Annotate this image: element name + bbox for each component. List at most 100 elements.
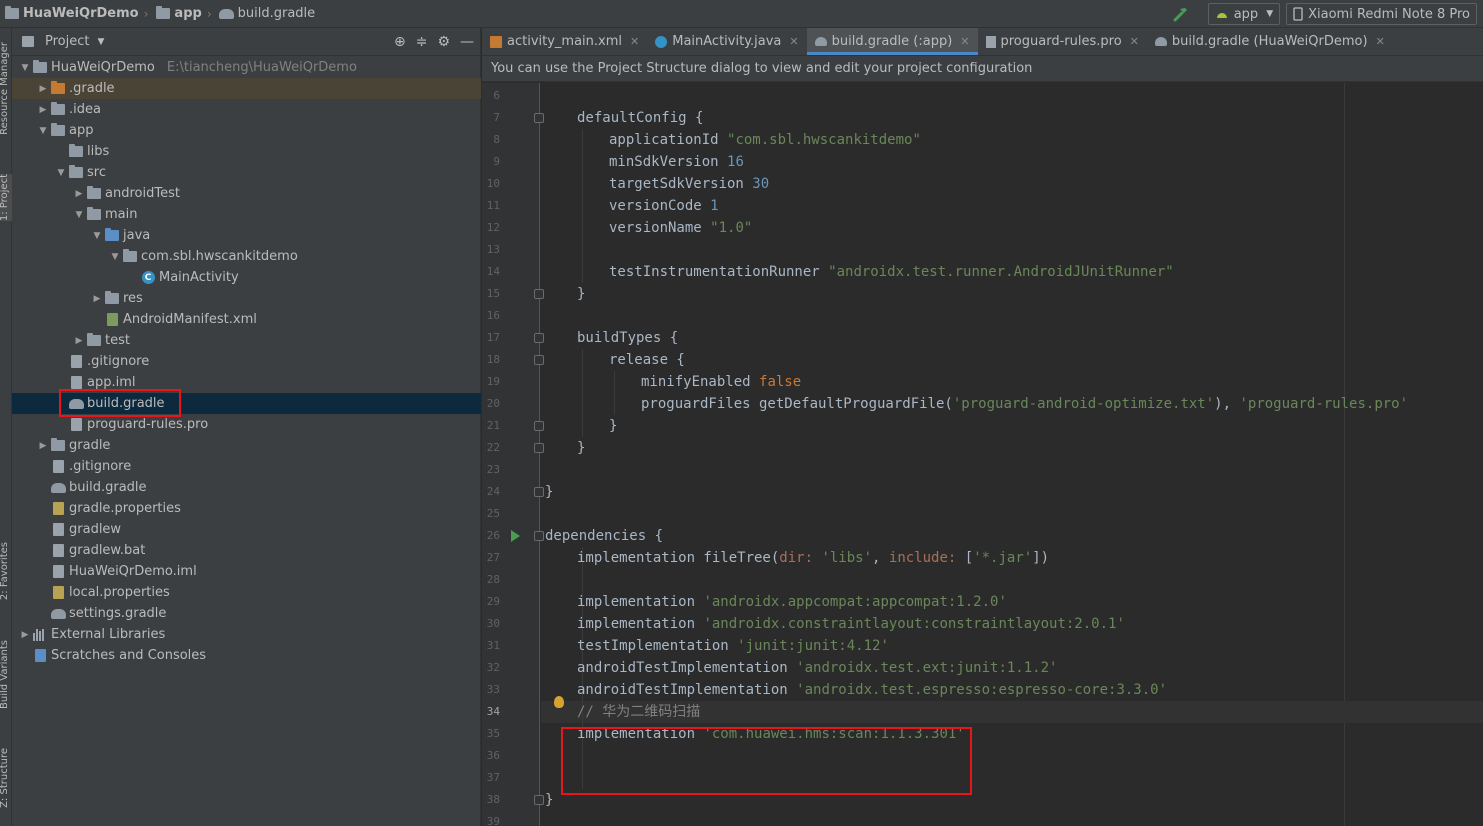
- breadcrumb-file-label: build.gradle: [237, 6, 316, 21]
- chevron-down-icon[interactable]: ▼: [72, 210, 86, 220]
- tree-item-label: app: [69, 123, 94, 138]
- line-number: 21: [486, 419, 500, 432]
- fold-marker-icon[interactable]: [534, 531, 544, 541]
- fold-marker-icon[interactable]: [534, 333, 544, 343]
- fold-marker-icon[interactable]: [534, 289, 544, 299]
- tree-item[interactable]: HuaWeiQrDemo.iml: [12, 561, 481, 582]
- fold-marker-icon[interactable]: [534, 355, 544, 365]
- folder-module-icon: [50, 123, 66, 138]
- editor-tab[interactable]: proguard-rules.pro ✕: [978, 28, 1147, 55]
- tree-item[interactable]: ▶ test: [12, 330, 481, 351]
- tree-item[interactable]: ▶ gradle: [12, 435, 481, 456]
- close-icon[interactable]: ✕: [960, 35, 969, 48]
- tree-item-label: gradle.properties: [69, 501, 181, 516]
- run-gutter-icon[interactable]: [511, 530, 520, 542]
- tree-item[interactable]: .gitignore: [12, 456, 481, 477]
- gear-icon[interactable]: ⚙: [437, 34, 450, 50]
- fold-marker-icon[interactable]: [534, 421, 544, 431]
- fold-marker-icon[interactable]: [534, 113, 544, 123]
- tree-item[interactable]: Scratches and Consoles: [12, 645, 481, 666]
- chevron-down-icon[interactable]: ▼: [90, 231, 104, 241]
- minimize-icon[interactable]: —: [460, 34, 474, 50]
- editor-tabs: activity_main.xml ✕ MainActivity.java ✕ buil…: [482, 28, 1483, 56]
- code-editor[interactable]: 6 7 8 9 10 11 12 13 14 15 16 17 18 19 20 21 22 23 24 25 26 27…: [482, 83, 1483, 826]
- chevron-right-icon[interactable]: ▶: [90, 294, 104, 304]
- line-number: 16: [486, 309, 500, 322]
- tree-item[interactable]: build.gradle: [12, 477, 481, 498]
- chevron-down-icon[interactable]: ▼: [36, 126, 50, 136]
- code-line: }: [609, 415, 617, 437]
- locate-icon[interactable]: ⊕: [394, 34, 406, 50]
- chevron-down-icon[interactable]: ▼: [18, 63, 32, 73]
- tree-item[interactable]: ▶ res: [12, 288, 481, 309]
- tree-item[interactable]: ▼ com.sbl.hwscankitdemo: [12, 246, 481, 267]
- tree-item[interactable]: ▶ androidTest: [12, 183, 481, 204]
- folder-icon: [155, 6, 171, 21]
- code-token: release {: [609, 352, 685, 368]
- editor-tab[interactable]: MainActivity.java ✕: [647, 28, 806, 55]
- tree-item[interactable]: build.gradle: [12, 393, 481, 414]
- chevron-right-icon[interactable]: ▶: [72, 336, 86, 346]
- chevron-right-icon[interactable]: ▶: [36, 84, 50, 94]
- editor-tab[interactable]: build.gradle (:app) ✕: [806, 28, 978, 55]
- editor-tab[interactable]: activity_main.xml ✕: [482, 28, 647, 55]
- chevron-down-icon[interactable]: ▼: [97, 37, 104, 47]
- tree-item-label: java: [123, 228, 151, 243]
- file-icon: [68, 418, 84, 432]
- line-number-gutter: 6 7 8 9 10 11 12 13 14 15 16 17 18 19 20 21 22 23 24 25 26 27…: [482, 83, 544, 826]
- editor-tab[interactable]: build.gradle (HuaWeiQrDemo) ✕: [1147, 28, 1393, 55]
- close-icon[interactable]: ✕: [789, 35, 798, 48]
- run-config-select[interactable]: app ▼: [1207, 3, 1281, 25]
- chevron-right-icon[interactable]: ▶: [36, 105, 50, 115]
- tree-item[interactable]: ▶ .idea: [12, 99, 481, 120]
- tree-item[interactable]: gradlew.bat: [12, 540, 481, 561]
- code-token: dir:: [779, 550, 822, 566]
- chevron-right-icon[interactable]: ▶: [72, 189, 86, 199]
- tree-item[interactable]: local.properties: [12, 582, 481, 603]
- tree-item[interactable]: ▶ .gradle: [12, 78, 481, 99]
- close-icon[interactable]: ✕: [1130, 35, 1139, 48]
- breadcrumb-module[interactable]: app: [151, 0, 203, 28]
- hammer-icon[interactable]: [1172, 5, 1190, 23]
- code-token: 'androidx.test.ext:junit:1.1.2': [796, 660, 1058, 676]
- collapse-all-icon[interactable]: ≑: [416, 34, 428, 50]
- gradle-icon: [68, 397, 84, 411]
- chevron-right-icon[interactable]: ▶: [36, 441, 50, 451]
- tree-item[interactable]: AndroidManifest.xml: [12, 309, 481, 330]
- chevron-right-icon[interactable]: ▶: [18, 630, 32, 640]
- tree-item[interactable]: proguard-rules.pro: [12, 414, 481, 435]
- folder-icon: [50, 438, 66, 453]
- tree-item[interactable]: gradlew: [12, 519, 481, 540]
- chevron-down-icon[interactable]: ▼: [108, 252, 122, 262]
- tree-item[interactable]: ▼ HuaWeiQrDemo E:\tiancheng\HuaWeiQrDemo: [12, 57, 481, 78]
- close-icon[interactable]: ✕: [1376, 35, 1385, 48]
- tree-item[interactable]: ▼ app: [12, 120, 481, 141]
- device-select[interactable]: Xiaomi Redmi Note 8 Pro: [1286, 3, 1477, 25]
- fold-marker-icon[interactable]: [534, 795, 544, 805]
- code-line: buildTypes {: [577, 327, 678, 349]
- code-token: minSdkVersion: [609, 154, 728, 170]
- tree-item[interactable]: settings.gradle: [12, 603, 481, 624]
- tree-item[interactable]: .gitignore: [12, 351, 481, 372]
- breadcrumb-project[interactable]: HuaWeiQrDemo: [0, 0, 141, 28]
- tree-item[interactable]: ▼ main: [12, 204, 481, 225]
- fold-marker-icon[interactable]: [534, 443, 544, 453]
- tree-item[interactable]: gradle.properties: [12, 498, 481, 519]
- line-number: 33: [486, 683, 500, 696]
- code-line: defaultConfig {: [577, 107, 703, 129]
- tree-item[interactable]: ▼ src: [12, 162, 481, 183]
- tree-item[interactable]: ▶ External Libraries: [12, 624, 481, 645]
- lightbulb-icon[interactable]: [554, 696, 564, 708]
- tree-item-label: HuaWeiQrDemo.iml: [69, 564, 197, 579]
- breadcrumb-file[interactable]: build.gradle: [215, 0, 318, 28]
- close-icon[interactable]: ✕: [630, 35, 639, 48]
- chevron-down-icon[interactable]: ▼: [54, 168, 68, 178]
- tree-item[interactable]: app.iml: [12, 372, 481, 393]
- tree-item[interactable]: C MainActivity: [12, 267, 481, 288]
- code-token: ),: [1214, 396, 1240, 412]
- tree-item[interactable]: ▼ java: [12, 225, 481, 246]
- project-view-select[interactable]: Project: [45, 34, 89, 49]
- tree-item-label: test: [105, 333, 130, 348]
- fold-marker-icon[interactable]: [534, 487, 544, 497]
- tree-item[interactable]: libs: [12, 141, 481, 162]
